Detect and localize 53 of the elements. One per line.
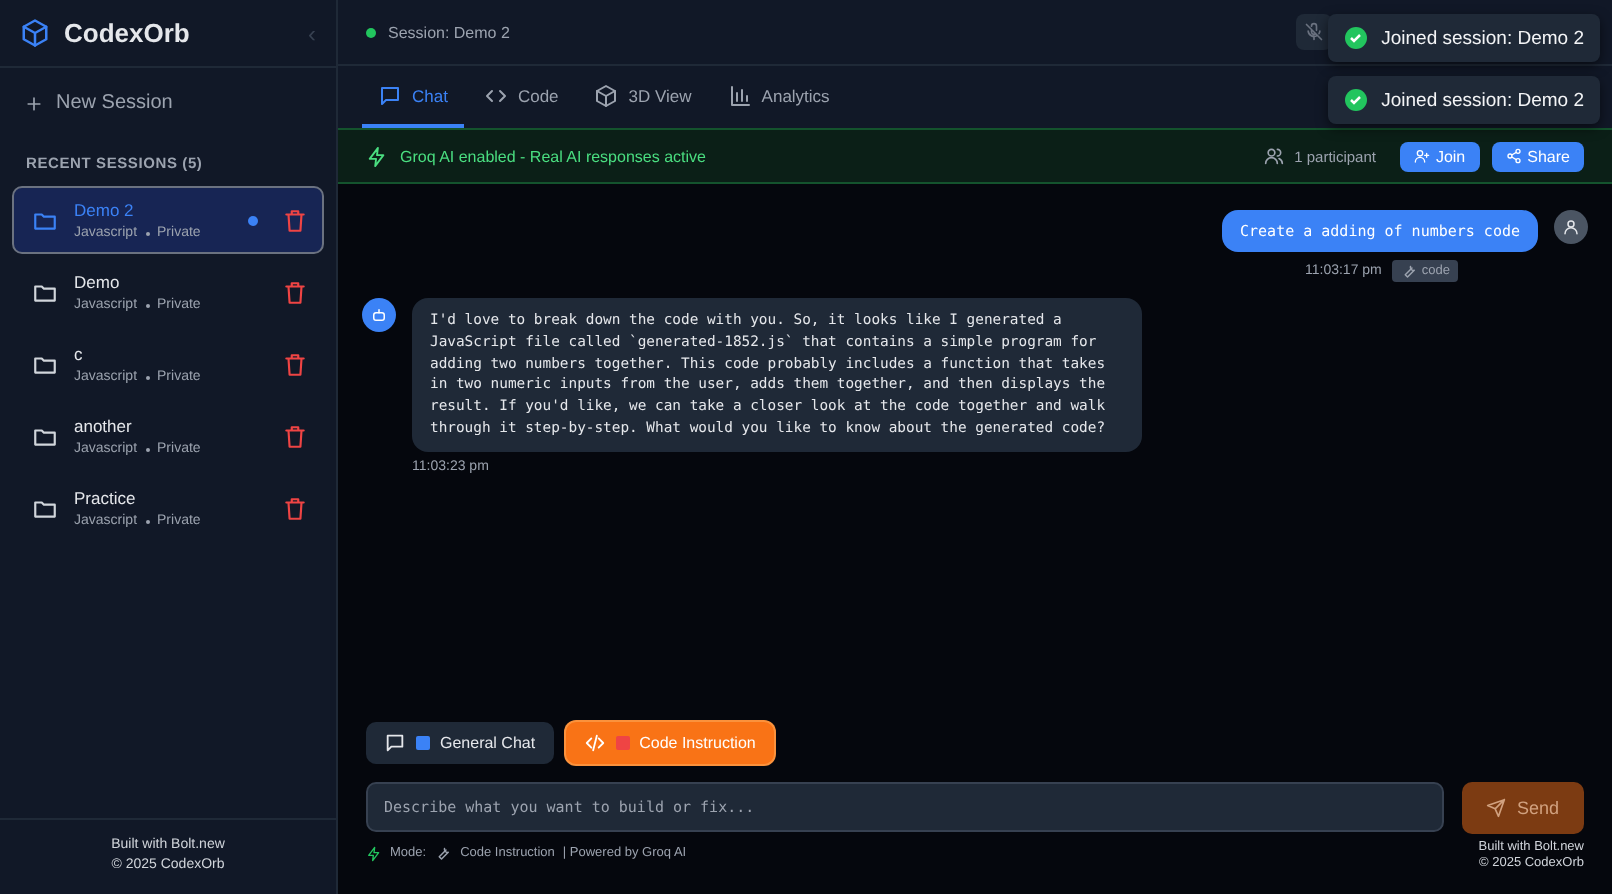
folder-icon <box>32 423 58 449</box>
session-name: Practice <box>74 488 138 508</box>
user-plus-icon <box>1413 148 1430 164</box>
toast: Joined session: Demo 2 <box>1327 76 1600 124</box>
code-icon <box>583 732 606 754</box>
separator-dot <box>145 447 150 451</box>
robot-icon <box>370 306 388 324</box>
session-title: Session: Demo 2 <box>388 23 512 41</box>
tab[interactable]: Code <box>467 66 575 128</box>
person-icon <box>1562 218 1580 236</box>
send-icon <box>1486 798 1507 818</box>
lightning-icon <box>366 145 388 167</box>
trash-icon <box>282 351 308 377</box>
share-button[interactable]: Share <box>1491 141 1584 171</box>
separator-dot <box>145 231 150 235</box>
chat-bubble-icon <box>378 83 402 107</box>
session-name: Demo 2 <box>74 200 136 220</box>
check-circle-icon <box>1343 26 1368 50</box>
trash-icon <box>282 423 308 449</box>
separator-dot <box>145 303 150 307</box>
chat-bubble-icon <box>384 732 406 754</box>
mode-button[interactable]: General Chat <box>366 722 554 764</box>
folder-icon <box>32 351 58 377</box>
ai-status-text: Groq AI enabled - Real AI responses active <box>400 147 708 165</box>
lightning-icon <box>366 845 382 861</box>
session-name: Demo <box>74 272 122 292</box>
trash-icon <box>282 207 308 233</box>
check-circle-icon <box>1343 88 1368 112</box>
wrench-icon <box>1399 262 1418 280</box>
mic-off-icon <box>1304 22 1324 42</box>
cube-icon <box>594 83 619 107</box>
mic-off-button[interactable] <box>1296 14 1332 50</box>
tab[interactable]: 3D View <box>578 66 708 128</box>
folder-icon <box>32 279 58 305</box>
folder-icon <box>32 207 58 233</box>
join-button[interactable]: Join <box>1399 141 1480 171</box>
session-name: c <box>74 344 85 364</box>
share-icon <box>1505 148 1522 164</box>
plus-icon <box>24 93 44 113</box>
separator-dot <box>145 519 150 523</box>
trash-icon <box>282 279 308 305</box>
session-name: another <box>74 416 134 436</box>
trash-icon <box>282 495 308 521</box>
new-session-button[interactable]: New Session <box>24 92 312 114</box>
separator-dot <box>145 375 150 379</box>
bar-chart-icon <box>727 83 752 107</box>
cube-logo-icon <box>20 18 50 48</box>
app-logo-text: CodexOrb <box>64 18 192 48</box>
folder-icon <box>32 495 58 521</box>
wrench-icon <box>434 844 453 862</box>
users-icon <box>1264 146 1285 166</box>
toast: Joined session: Demo 2 <box>1327 14 1600 62</box>
tab[interactable]: Analytics <box>711 66 846 128</box>
